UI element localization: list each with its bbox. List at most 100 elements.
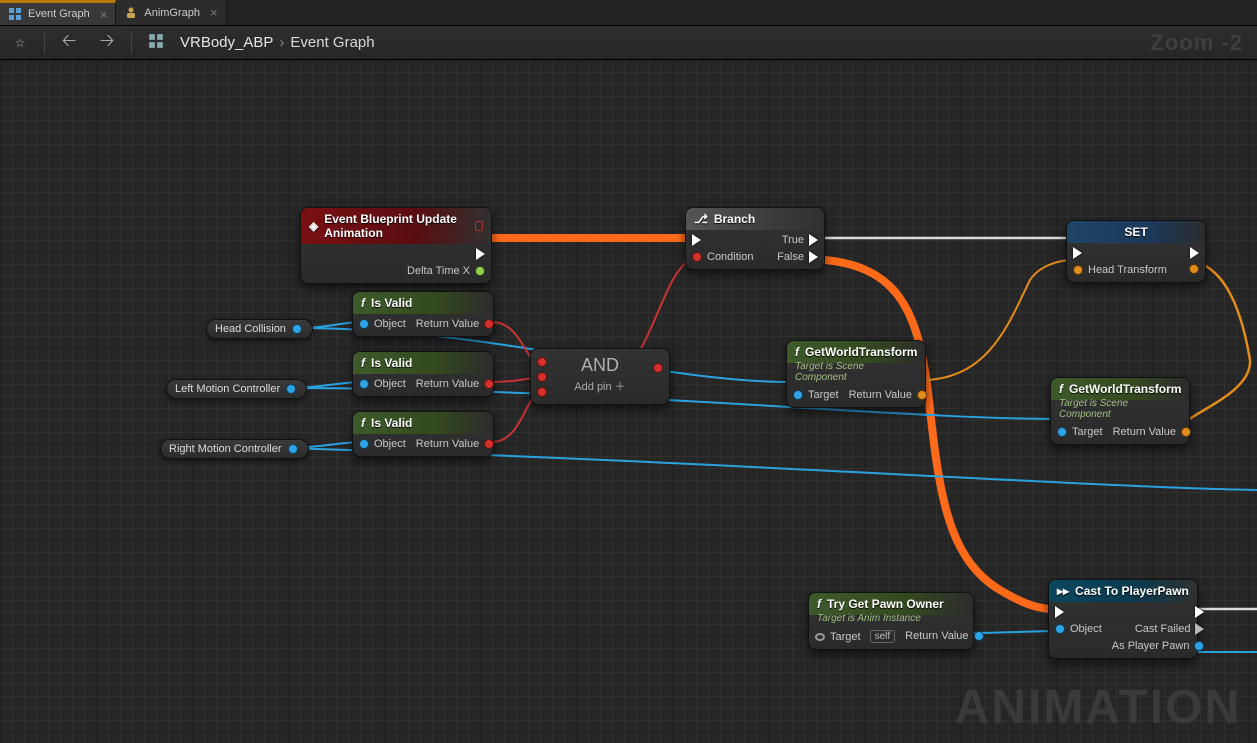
node-header: ⎇ Branch [686,208,824,230]
breakpoint-icon[interactable] [475,221,483,231]
pin-exec-out[interactable] [407,248,485,260]
pin-and-out[interactable] [653,363,663,373]
node-header: SET [1067,221,1205,243]
pin-return-value[interactable]: Return Value [416,318,494,330]
tab-label: AnimGraph [144,7,200,19]
pin-as-player-pawn[interactable]: As Player Pawn [1112,640,1205,652]
node-get-world-transform-1[interactable]: f GetWorldTransform Target is Scene Compo… [786,340,926,408]
node-try-get-pawn-owner[interactable]: fTry Get Pawn Owner Target is Anim Insta… [808,592,974,650]
pin-exec-out[interactable] [1189,247,1199,259]
node-is-valid-3[interactable]: f Is Valid Object Return Value [352,411,494,457]
tab-anim-graph[interactable]: AnimGraph × [116,0,226,25]
var-head-collision[interactable]: Head Collision [206,319,313,339]
var-right-motion-controller[interactable]: Right Motion Controller [160,439,309,459]
node-cast-to-player-pawn[interactable]: ▸▸Cast To PlayerPawn Object Cast Failed … [1048,579,1198,659]
close-icon[interactable]: × [100,7,108,22]
close-icon[interactable]: × [210,5,218,20]
pin-head-transform-in[interactable]: Head Transform [1073,264,1167,276]
node-header: ◈ Event Blueprint Update Animation [301,208,491,244]
pin-return-value[interactable]: Return Value [1113,426,1191,438]
breadcrumb-parent[interactable]: VRBody_ABP [180,34,273,51]
pin-return-value[interactable]: Return Value [849,389,927,401]
node-and[interactable]: AND Add pin ＋ [530,348,670,405]
node-get-world-transform-2[interactable]: f GetWorldTransform Target is Scene Compo… [1050,377,1190,445]
separator [131,32,132,54]
back-button[interactable]: 🡠 [55,29,83,57]
pin-and-a[interactable] [537,357,547,367]
node-title: Is Valid [371,356,412,370]
function-icon: f [361,356,365,370]
pin-delta-time-x[interactable]: Delta Time X [407,265,485,277]
pin-out[interactable] [288,444,298,454]
pin-object-in[interactable]: Object [359,438,406,450]
pin-cast-failed[interactable]: Cast Failed [1112,623,1205,635]
node-header: f Is Valid [353,352,493,374]
pin-object-in[interactable]: Object [1055,623,1102,635]
pin-exec-in[interactable] [1073,247,1167,259]
function-icon: f [795,345,799,359]
function-icon: f [1059,382,1063,396]
pin-exec-out[interactable] [1112,606,1205,618]
chevron-right-icon: › [279,34,284,51]
var-label: Right Motion Controller [169,443,282,455]
favorite-button[interactable]: ☆ [6,29,34,57]
var-label: Head Collision [215,323,286,335]
node-subtitle: Target is Scene Component [1051,398,1189,422]
node-title: GetWorldTransform [805,345,917,359]
pin-return-value[interactable]: Return Value [416,378,494,390]
add-pin-button[interactable]: Add pin ＋ [557,378,643,398]
breadcrumb: VRBody_ABP › Event Graph [180,34,375,51]
node-title: SET [1124,225,1147,239]
pin-target-self[interactable]: Targetself [815,630,895,643]
graph-canvas[interactable]: ◈ Event Blueprint Update Animation Delta… [0,60,1257,743]
arrow-left-icon: 🡠 [62,28,77,58]
node-title: AND [557,349,643,378]
node-title: Is Valid [371,416,412,430]
pin-exec-in[interactable] [692,234,753,246]
node-header: f Is Valid [353,292,493,314]
node-is-valid-2[interactable]: f Is Valid Object Return Value [352,351,494,397]
pin-and-b[interactable] [537,372,547,382]
node-header: f Is Valid [353,412,493,434]
canvas-watermark: ANIMATION [955,680,1241,735]
forward-button[interactable]: 🡢 [93,29,121,57]
pawn-icon [124,6,138,20]
pin-object-in[interactable]: Object [359,378,406,390]
pin-object-in[interactable]: Object [359,318,406,330]
node-header: ▸▸ Cast To PlayerPawn [1049,580,1197,602]
cast-icon: ▸▸ [1057,584,1069,598]
star-icon: ☆ [15,36,26,50]
function-icon: f [361,296,365,310]
function-icon: f [361,416,365,430]
pin-return-value[interactable]: Return Value [416,438,494,450]
pin-target[interactable]: Target [1057,426,1103,438]
arrow-right-icon: 🡢 [100,28,115,58]
node-title: Cast To PlayerPawn [1075,584,1189,598]
var-left-motion-controller[interactable]: Left Motion Controller [166,379,307,399]
tab-event-graph[interactable]: Event Graph × [0,0,116,25]
node-event-blueprint-update-animation[interactable]: ◈ Event Blueprint Update Animation Delta… [300,207,492,284]
pin-value-out[interactable] [1189,264,1199,274]
function-icon: f [817,597,821,611]
pin-condition[interactable]: Condition [692,251,753,263]
pin-out[interactable] [286,384,296,394]
branch-icon: ⎇ [694,212,708,226]
pin-out[interactable] [292,324,302,334]
node-subtitle: Target is Scene Component [787,361,925,385]
node-title: Is Valid [371,296,412,310]
node-is-valid-1[interactable]: f Is Valid Object Return Value [352,291,494,337]
home-button[interactable] [142,29,170,57]
node-title: GetWorldTransform [1069,382,1181,396]
pin-and-c[interactable] [537,387,547,397]
pin-return-value[interactable]: Return Value [905,630,983,642]
pin-true[interactable]: True [777,234,818,246]
graph-grid-icon [8,7,22,21]
node-title: Try Get Pawn Owner [827,597,944,611]
var-label: Left Motion Controller [175,383,280,395]
pin-exec-in[interactable] [1055,606,1102,618]
pin-target[interactable]: Target [793,389,839,401]
node-branch[interactable]: ⎇ Branch Condition True False [685,207,825,270]
node-header: f Try Get Pawn Owner [809,593,973,615]
node-set-head-transform[interactable]: SET Head Transform [1066,220,1206,283]
pin-false[interactable]: False [777,251,818,263]
